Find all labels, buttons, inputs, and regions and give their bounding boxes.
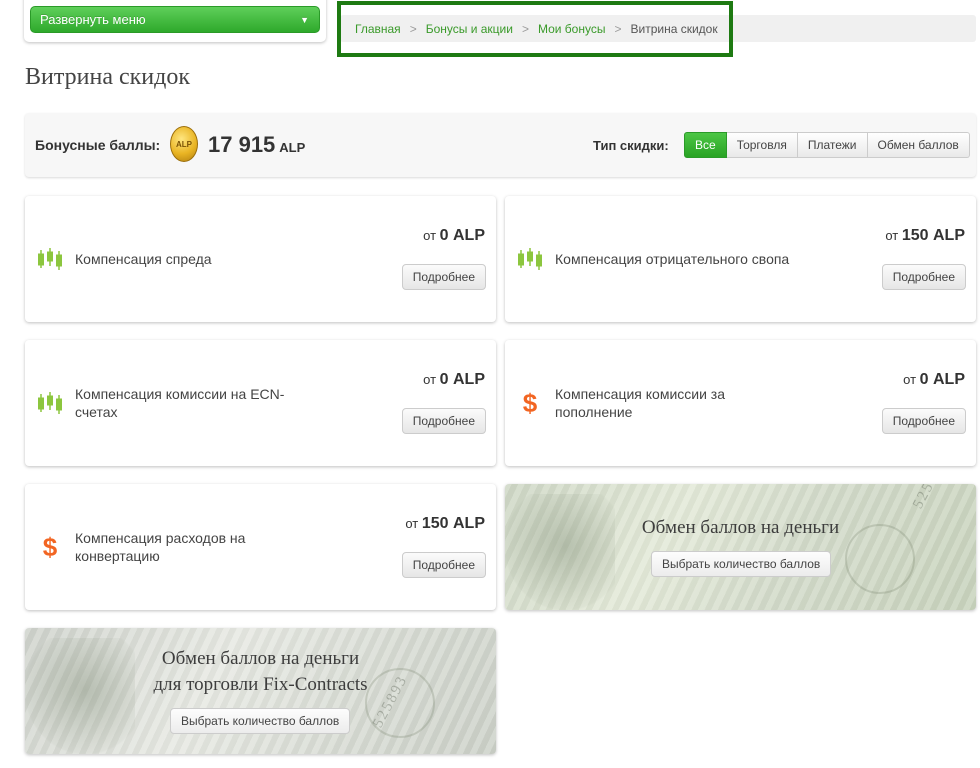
candlestick-icon bbox=[38, 248, 62, 270]
details-button[interactable]: Подробнее bbox=[401, 552, 486, 578]
breadcrumb-home[interactable]: Главная bbox=[355, 22, 401, 36]
bonus-bar: Бонусные баллы: ALP 17 915 ALP Тип скидки… bbox=[25, 113, 976, 177]
coin-icon: ALP bbox=[170, 126, 198, 162]
menu-container: Развернуть меню ▼ bbox=[24, 0, 326, 42]
bonus-amount-unit: ALP bbox=[279, 140, 306, 155]
expand-menu-label: Развернуть меню bbox=[40, 12, 146, 27]
filter-trading-button[interactable]: Торговля bbox=[726, 132, 798, 158]
bonus-points-label: Бонусные баллы: bbox=[35, 137, 161, 153]
card-price: от 0 ALP bbox=[423, 371, 485, 389]
points-to-money-card: 525893 Обмен баллов на деньги Выбрать ко… bbox=[505, 484, 976, 610]
card-price: от 150 ALP bbox=[405, 515, 485, 533]
card-title: Компенсация комиссии на ECN-счетах bbox=[75, 386, 285, 420]
price-value: 0 ALP bbox=[439, 371, 485, 388]
banknote-portrait-image bbox=[505, 494, 615, 610]
discount-card-deposit-commission: $ Компенсация комиссии за пополнение от … bbox=[505, 340, 976, 466]
details-button[interactable]: Подробнее bbox=[401, 264, 486, 290]
breadcrumb: Главная > Бонусы и акции > Мои бонусы > … bbox=[355, 21, 718, 37]
price-value: 150 ALP bbox=[421, 515, 485, 532]
price-prefix: от bbox=[423, 228, 437, 243]
bonus-amount: 17 915 ALP bbox=[208, 132, 305, 158]
price-value: 150 ALP bbox=[901, 227, 965, 244]
bonus-amount-value: 17 915 bbox=[208, 132, 276, 157]
dollar-icon: $ bbox=[43, 534, 58, 560]
card-price: от 150 ALP bbox=[885, 227, 965, 245]
points-to-fix-contracts-card: 525893 Обмен баллов на деньги для торгов… bbox=[25, 628, 496, 754]
discount-card-conversion: $ Компенсация расходов на конвертацию от… bbox=[25, 484, 496, 610]
card-title: Компенсация комиссии за пополнение bbox=[555, 386, 726, 420]
price-prefix: от bbox=[903, 372, 917, 387]
caret-down-icon: ▼ bbox=[300, 15, 309, 25]
choose-points-amount-button[interactable]: Выбрать количество баллов bbox=[651, 551, 832, 577]
filter-points-exchange-button[interactable]: Обмен баллов bbox=[867, 132, 970, 158]
details-button[interactable]: Подробнее bbox=[881, 264, 966, 290]
svg-text:$: $ bbox=[523, 390, 538, 416]
breadcrumb-bonuses[interactable]: Бонусы и акции bbox=[426, 22, 513, 36]
price-prefix: от bbox=[423, 372, 437, 387]
details-button[interactable]: Подробнее bbox=[401, 408, 486, 434]
breadcrumb-separator-icon: > bbox=[521, 22, 529, 36]
choose-points-amount-button[interactable]: Выбрать количество баллов bbox=[170, 708, 351, 734]
money-card-title-line2: для торговли Fix-Contracts bbox=[153, 674, 368, 695]
price-prefix: от bbox=[405, 516, 419, 531]
breadcrumb-separator-icon: > bbox=[409, 22, 417, 36]
card-title: Компенсация спреда bbox=[75, 251, 212, 267]
discount-type-label: Тип скидки: bbox=[593, 138, 669, 153]
details-button[interactable]: Подробнее bbox=[881, 408, 966, 434]
banknote-serial: 525893 bbox=[910, 484, 952, 512]
price-prefix: от bbox=[885, 228, 899, 243]
money-card-title: Обмен баллов на деньги bbox=[641, 517, 840, 538]
price-value: 0 ALP bbox=[439, 227, 485, 244]
coin-text: ALP bbox=[176, 139, 192, 149]
discount-card-negative-swap: Компенсация отрицательного свопа от 150 … bbox=[505, 196, 976, 322]
page-title: Витрина скидок bbox=[25, 64, 190, 90]
filter-payments-button[interactable]: Платежи bbox=[797, 132, 868, 158]
svg-text:$: $ bbox=[43, 534, 58, 560]
card-title: Компенсация отрицательного свопа bbox=[555, 251, 790, 267]
dollar-icon: $ bbox=[523, 390, 538, 416]
candlestick-icon bbox=[38, 392, 62, 414]
discount-type-filter: Все Торговля Платежи Обмен баллов bbox=[684, 132, 970, 158]
money-card-title-line1: Обмен баллов на деньги bbox=[161, 648, 360, 669]
card-price: от 0 ALP bbox=[903, 371, 965, 389]
price-value: 0 ALP bbox=[919, 371, 965, 388]
discount-card-spread: Компенсация спреда от 0 ALP Подробнее bbox=[25, 196, 496, 322]
breadcrumb-separator-icon: > bbox=[614, 22, 622, 36]
card-price: от 0 ALP bbox=[423, 227, 485, 245]
breadcrumb-current: Витрина скидок bbox=[630, 22, 718, 36]
candlestick-icon bbox=[518, 248, 542, 270]
discount-card-ecn-commission: Компенсация комиссии на ECN-счетах от 0 … bbox=[25, 340, 496, 466]
breadcrumb-my-bonuses[interactable]: Мои бонусы bbox=[538, 22, 606, 36]
card-title: Компенсация расходов на конвертацию bbox=[75, 530, 246, 564]
expand-menu-button[interactable]: Развернуть меню ▼ bbox=[30, 6, 320, 33]
filter-all-button[interactable]: Все bbox=[684, 132, 727, 158]
